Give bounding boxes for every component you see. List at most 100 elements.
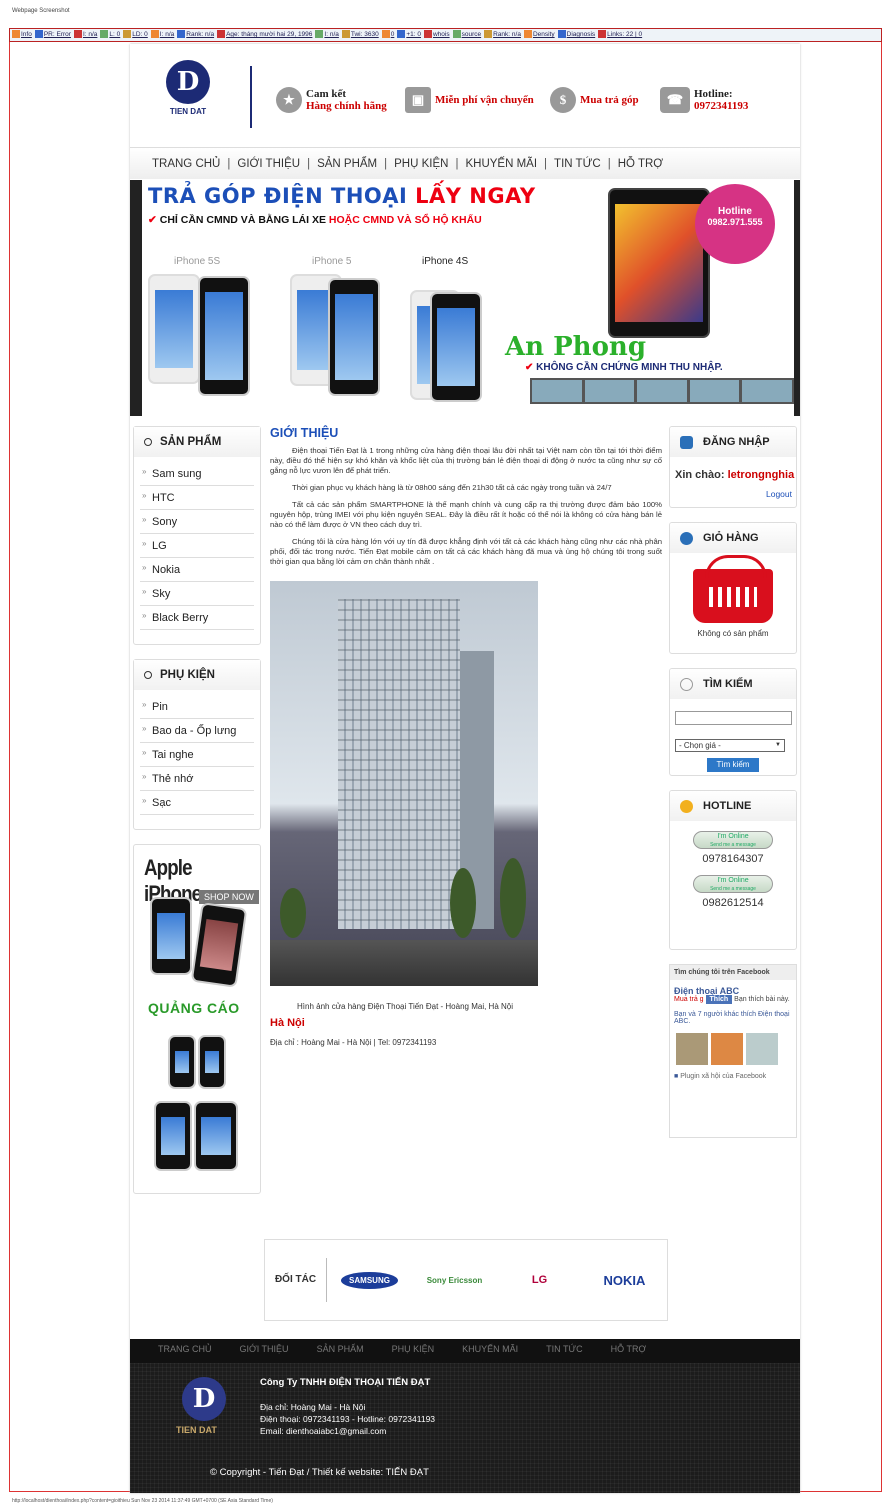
fb-like-button[interactable]: Thích (705, 995, 733, 1004)
seo-link[interactable]: Rank: n/a (493, 31, 521, 38)
seo-link[interactable]: PR: Error (44, 31, 71, 38)
accessory-category-item[interactable]: Sạc (140, 789, 254, 815)
seo-link[interactable]: Age: tháng mười hai 29, 1996 (226, 31, 312, 38)
seo-item[interactable]: Twi: 3630 (341, 30, 379, 39)
seo-link[interactable]: Rank: n/a (186, 31, 214, 38)
footer-nav-item[interactable]: KHUYẾN MÃI (462, 1344, 518, 1363)
logout-link[interactable]: Logout (670, 481, 796, 505)
thumbnail[interactable] (689, 380, 740, 402)
thumbnail[interactable] (584, 380, 635, 402)
price-select[interactable]: - Chọn giá - (675, 739, 785, 752)
hotline-box: HOTLINE I'm Online Send me a message 0978… (669, 790, 797, 950)
search-input[interactable] (675, 711, 792, 725)
ad-box[interactable]: Apple iPhone SHOP NOW QUẢNG CÁO (133, 844, 261, 1194)
accessory-category-item[interactable]: Bao da - Ốp lưng (140, 717, 254, 743)
nav-item[interactable]: SẢN PHẨM (317, 158, 377, 170)
nav-item[interactable]: TRANG CHỦ (152, 158, 220, 170)
footer-nav-item[interactable]: PHỤ KIỆN (392, 1344, 435, 1363)
seo-item[interactable]: LD: 0 (123, 30, 148, 39)
nav-item[interactable]: KHUYẾN MÃI (465, 158, 537, 170)
header-divider (250, 66, 252, 128)
seo-link[interactable]: I: n/a (83, 31, 97, 38)
product-category-item[interactable]: Nokia (140, 556, 254, 582)
ad-phone-image (154, 1101, 192, 1171)
nav-item[interactable]: GIỚI THIỆU (237, 158, 300, 170)
footer-nav-item[interactable]: TRANG CHỦ (158, 1344, 212, 1363)
product-category-item[interactable]: Black Berry (140, 604, 254, 630)
seo-link[interactable]: Links: 22 | 0 (607, 31, 642, 38)
seo-icon (452, 30, 461, 39)
seo-item[interactable]: source (452, 30, 482, 39)
seo-link[interactable]: +1: 0 (406, 31, 421, 38)
seo-item[interactable]: Info (12, 30, 32, 39)
seo-link[interactable]: Twi: 3630 (351, 31, 379, 38)
seo-item[interactable]: Diagnosis (557, 30, 596, 39)
seo-item[interactable]: I: n/a (150, 30, 174, 39)
seo-link[interactable]: L: 0 (109, 31, 120, 38)
product-category-item[interactable]: Sam sung (140, 460, 254, 486)
nav-item[interactable]: TIN TỨC (554, 158, 601, 170)
seo-item[interactable]: PR: Error (34, 30, 71, 39)
thumbnail[interactable] (532, 380, 582, 402)
hotline-number[interactable]: 0972341193 (694, 100, 748, 112)
banner-thumbnails[interactable] (530, 378, 794, 404)
shop-now-button[interactable]: SHOP NOW (199, 890, 259, 904)
seo-item[interactable]: 0 (381, 30, 395, 39)
fb-friends-text: Bạn và 7 người khác thích Điện thoại ABC… (674, 1011, 790, 1025)
seo-item[interactable]: L: 0 (100, 30, 120, 39)
seo-item[interactable]: Rank: n/a (177, 30, 214, 39)
partner-lg-logo[interactable]: LG (497, 1274, 582, 1286)
promo-banner[interactable]: TRẢ GÓP ĐIỆN THOẠI LẤY NGAY ✔ CHỈ CẦN CM… (130, 180, 800, 416)
search-button[interactable]: Tìm kiếm (707, 758, 759, 772)
seo-icon (381, 30, 390, 39)
seo-link[interactable]: I: n/a (160, 31, 174, 38)
seo-link[interactable]: Diagnosis (567, 31, 596, 38)
facebook-widget: Tìm chúng tôi trên Facebook Điện thoại A… (669, 964, 797, 1138)
seo-link[interactable]: 0 (391, 31, 395, 38)
online-status-button[interactable]: I'm Online Send me a message (693, 875, 773, 893)
seo-item[interactable]: whois (423, 30, 450, 39)
site-logo[interactable]: D TIEN DAT (162, 60, 214, 124)
seo-item[interactable]: Links: 22 | 0 (598, 30, 642, 39)
thumbnail[interactable] (742, 380, 792, 402)
seo-link[interactable]: Density (533, 31, 555, 38)
product-category-item[interactable]: Sony (140, 508, 254, 534)
seo-item[interactable]: Rank: n/a (484, 30, 521, 39)
feature-genuine: ★ Cam kết Hàng chính hãng (276, 82, 387, 118)
seo-item[interactable]: I: n/a (73, 30, 97, 39)
footer-nav-item[interactable]: GIỚI THIỆU (240, 1344, 289, 1363)
footer-nav-item[interactable]: SẢN PHẨM (317, 1344, 364, 1363)
seo-link[interactable]: Info (21, 31, 32, 38)
footer-nav-item[interactable]: HỖ TRỢ (611, 1344, 647, 1363)
seo-toolbar: Info PR: Error I: n/a L: 0 LD: 0 I: n/a Rank: … (9, 28, 882, 42)
online-status-button[interactable]: I'm Online Send me a message (693, 831, 773, 849)
partner-sony-logo[interactable]: Sony Ericsson (412, 1274, 497, 1286)
footer-nav-item[interactable]: TIN TỨC (546, 1344, 583, 1363)
seo-icon (12, 30, 20, 39)
avatar[interactable] (746, 1033, 778, 1065)
seo-item[interactable]: Density (523, 30, 555, 39)
basket-icon[interactable] (693, 555, 773, 623)
accessory-category-item[interactable]: Thẻ nhớ (140, 765, 254, 791)
avatar[interactable] (676, 1033, 708, 1065)
thumbnail[interactable] (637, 380, 687, 402)
avatar[interactable] (711, 1033, 743, 1065)
seo-link[interactable]: I: n/a (324, 31, 338, 38)
accessory-category-item[interactable]: Pin (140, 693, 254, 719)
banner-bullet-text: KHÔNG CẦN CHỨNG MINH THU NHẬP. (536, 362, 723, 373)
product-category-item[interactable]: HTC (140, 484, 254, 510)
nav-item[interactable]: PHỤ KIỆN (394, 158, 448, 170)
seo-link[interactable]: whois (433, 31, 450, 38)
product-category-item[interactable]: Sky (140, 580, 254, 606)
seo-item[interactable]: I: n/a (315, 30, 339, 39)
seo-link[interactable]: source (462, 31, 482, 38)
banner-sub-c: CMND VÀ SỔ HỘ KHẨU (362, 214, 482, 226)
seo-item[interactable]: Age: tháng mười hai 29, 1996 (217, 30, 312, 39)
product-category-item[interactable]: LG (140, 532, 254, 558)
accessory-category-item[interactable]: Tai nghe (140, 741, 254, 767)
partner-nokia-logo[interactable]: NOKIA (582, 1273, 667, 1288)
partner-samsung-logo[interactable]: SAMSUNG (327, 1272, 412, 1289)
nav-item[interactable]: HỖ TRỢ (618, 158, 663, 170)
seo-item[interactable]: +1: 0 (397, 30, 421, 39)
seo-link[interactable]: LD: 0 (132, 31, 148, 38)
